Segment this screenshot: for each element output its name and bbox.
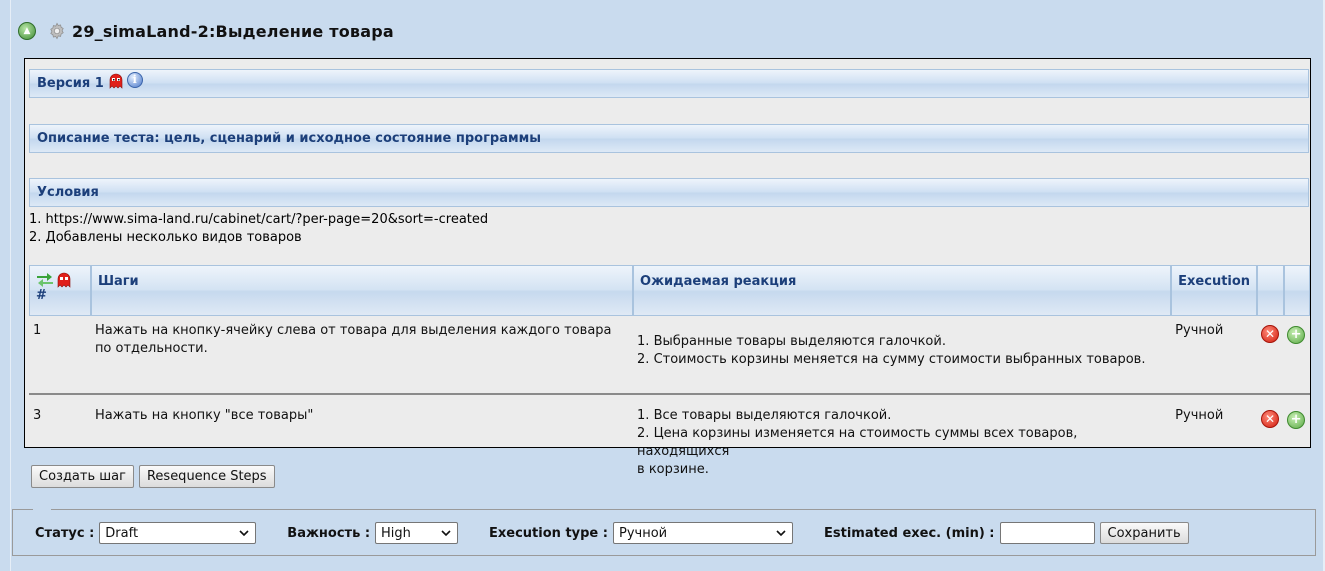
importance-label: Важность : <box>287 525 371 541</box>
execution-type-select[interactable]: Ручной <box>612 522 793 544</box>
expected-line: 2. Стоимость корзины меняется на сумму с… <box>637 352 1146 367</box>
col-execution-header[interactable]: Execution <box>1171 265 1258 316</box>
conditions-bar: Условия <box>29 178 1309 207</box>
properties-row: Статус : Draft Важность : High Execution… <box>35 522 1189 544</box>
step-expected[interactable]: 1. Все товары выделяются галочкой. 2. Це… <box>633 393 1172 479</box>
expected-line: 2. Цена корзины изменяется на стоимость … <box>637 426 1078 459</box>
fieldset-legend-gap <box>33 509 51 511</box>
estimated-exec-label: Estimated exec. (min) : <box>823 525 995 541</box>
step-actions: ✕ + <box>1257 393 1310 479</box>
status-value: Draft <box>105 525 139 541</box>
col-action-header[interactable]: Шаги <box>90 265 634 316</box>
left-frame-edge <box>0 0 11 571</box>
col-num-label: # <box>36 288 47 303</box>
step-buttons: Создать шаг Resequence Steps <box>31 465 275 488</box>
estimated-exec-input[interactable] <box>999 522 1095 544</box>
add-icon[interactable]: + <box>1287 411 1306 429</box>
table-row[interactable]: 1 Нажать на кнопку-ячейку слева от товар… <box>29 316 1310 393</box>
save-button[interactable]: Сохранить <box>1099 522 1189 544</box>
execution-type-value: Ручной <box>618 525 668 541</box>
resequence-steps-button[interactable]: Resequence Steps <box>138 465 275 488</box>
step-execution: Ручной <box>1175 323 1224 338</box>
chevron-down-icon <box>239 530 249 537</box>
expected-line: 1. Выбранные товары выделяются галочкой. <box>637 334 946 349</box>
status-label: Статус : <box>35 525 95 541</box>
execution-type-label: Execution type : <box>489 525 608 541</box>
testcase-properties: Статус : Draft Важность : High Execution… <box>12 509 1316 556</box>
create-step-button[interactable]: Создать шаг <box>31 465 134 488</box>
step-number: 1 <box>33 323 42 338</box>
info-icon[interactable]: i <box>126 71 143 88</box>
testcase-panel: Версия 1 i Описание теста: цель, сценари… <box>24 58 1311 477</box>
description-heading: Описание теста: цель, сценарий и исходно… <box>37 131 541 146</box>
step-action[interactable]: Нажать на кнопку-ячейку слева от товара … <box>91 316 633 393</box>
status-select[interactable]: Draft <box>99 522 257 544</box>
chevron-down-icon <box>441 530 451 537</box>
delete-icon[interactable]: ✕ <box>1261 325 1280 343</box>
importance-value: High <box>381 525 411 541</box>
col-delete-header <box>1257 265 1285 316</box>
reorder-arrows-icon[interactable] <box>36 273 54 287</box>
step-actions: ✕ + <box>1257 316 1310 393</box>
condition-line: 2. Добавлены несколько видов товаров <box>29 230 302 245</box>
version-bar: Версия 1 i <box>29 69 1309 98</box>
testcase-icon[interactable]: ▲ <box>18 22 36 40</box>
condition-line: 1. https://www.sima-land.ru/cabinet/cart… <box>29 212 489 227</box>
steps-table: # Шаги Ожидаемая реакция Execution 1 Наж… <box>29 265 1310 479</box>
col-add-header <box>1284 265 1310 316</box>
importance-select[interactable]: High <box>375 522 459 544</box>
col-num-header: # <box>29 265 91 316</box>
page-header: ▲ 29_simaLand-2:Выделение товара <box>18 18 394 44</box>
chevron-down-icon <box>776 530 786 537</box>
expected-line: 1. Все товары выделяются галочкой. <box>637 408 892 423</box>
version-label: Версия 1 <box>37 76 104 91</box>
expected-line: в корзине. <box>637 462 709 477</box>
description-bar: Описание теста: цель, сценарий и исходно… <box>29 124 1309 153</box>
conditions-heading: Условия <box>37 185 99 200</box>
ghost-icon[interactable] <box>56 272 72 288</box>
gear-icon[interactable] <box>48 22 66 40</box>
add-icon[interactable]: + <box>1287 326 1306 344</box>
step-execution: Ручной <box>1171 393 1258 479</box>
delete-icon[interactable]: ✕ <box>1261 410 1280 428</box>
col-expected-header[interactable]: Ожидаемая реакция <box>633 265 1172 316</box>
conditions-text: 1. https://www.sima-land.ru/cabinet/cart… <box>29 211 488 247</box>
page-title: 29_simaLand-2:Выделение товара <box>72 21 394 41</box>
ghost-icon[interactable] <box>108 73 124 89</box>
step-expected[interactable]: 1. Выбранные товары выделяются галочкой.… <box>633 316 1171 393</box>
